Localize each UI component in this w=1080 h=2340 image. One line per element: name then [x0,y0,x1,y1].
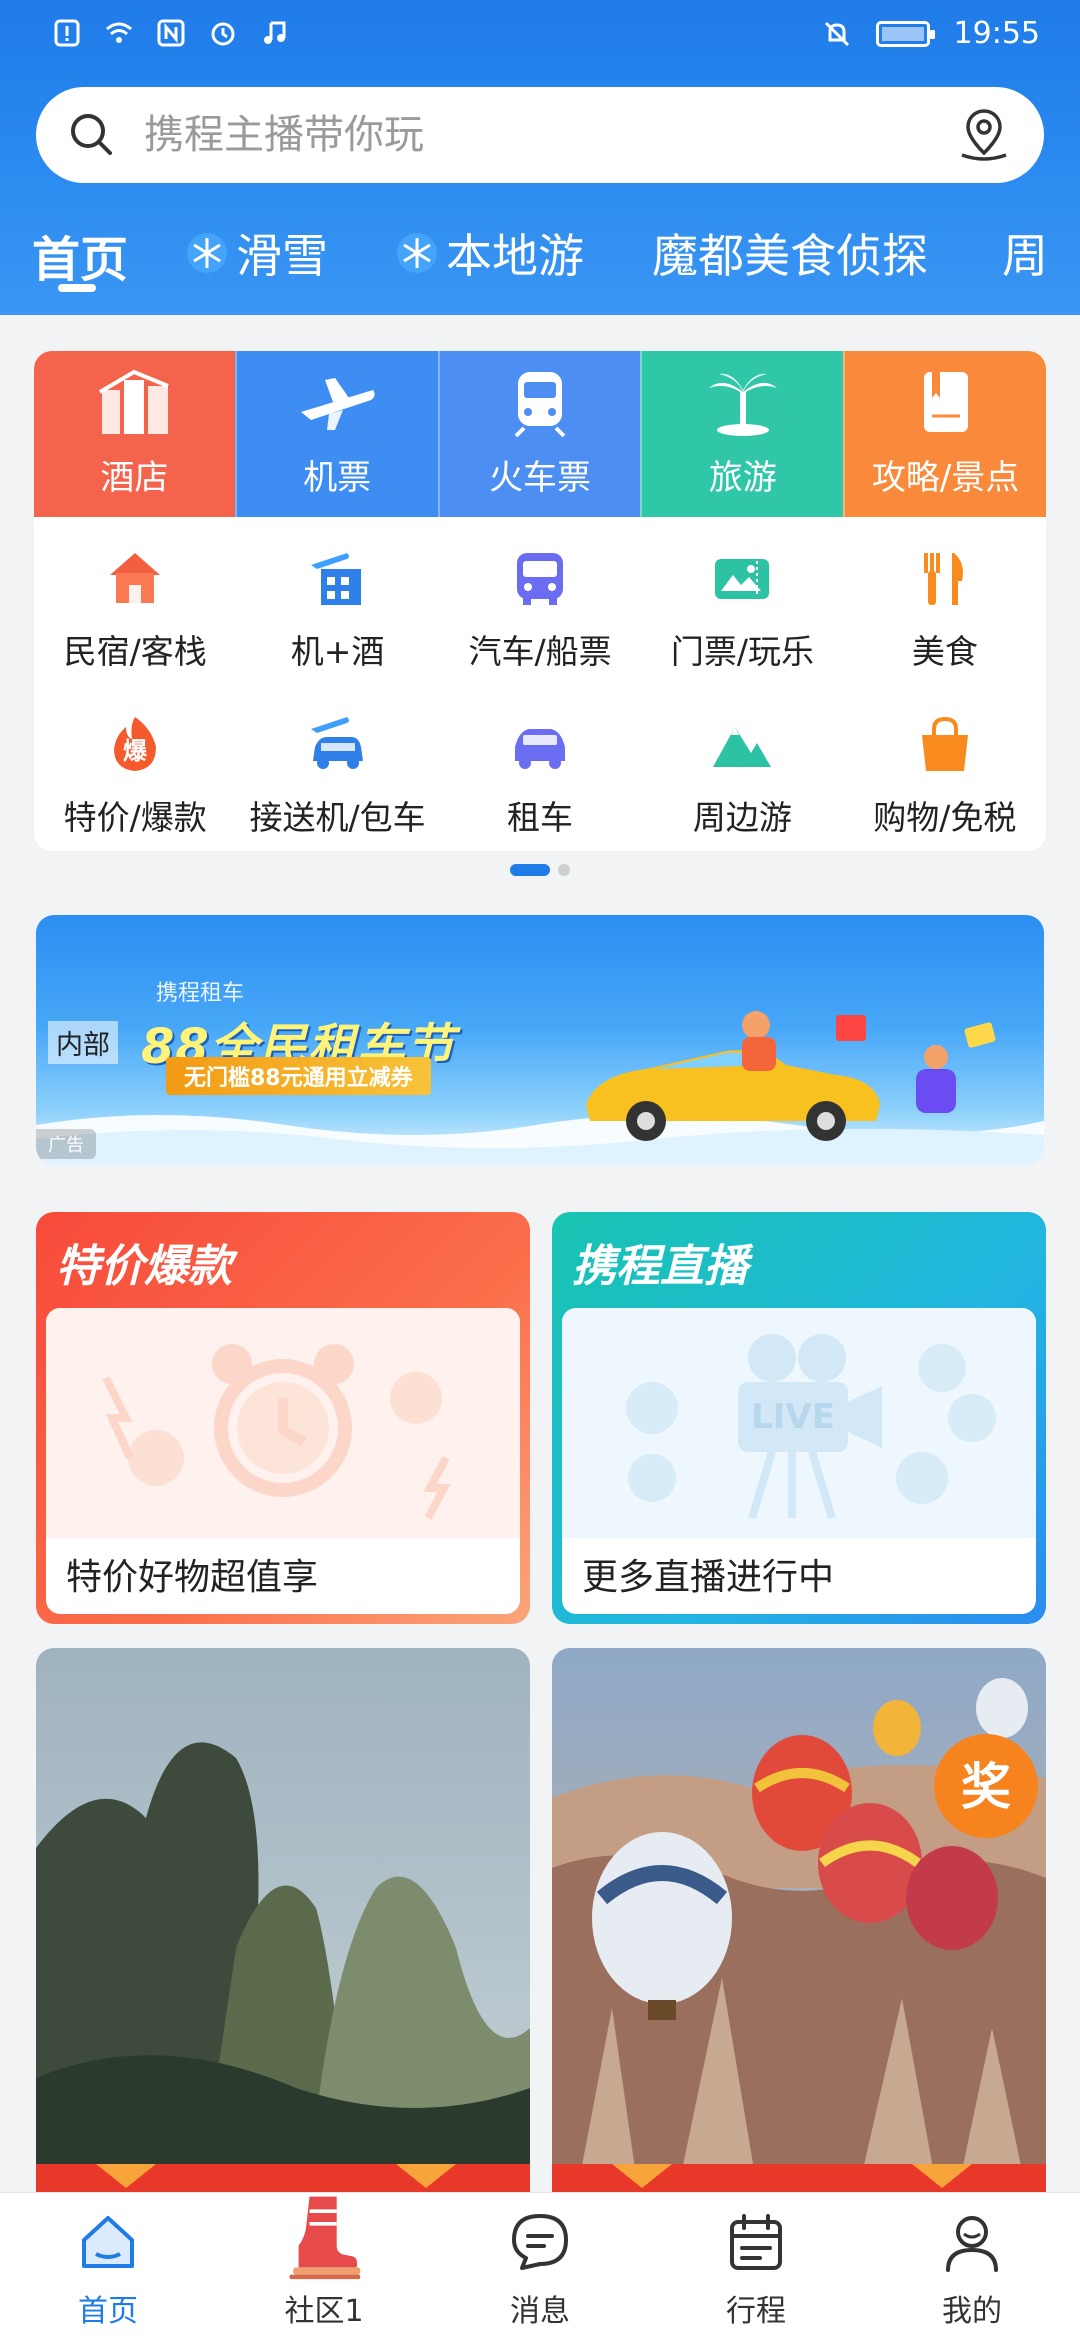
banner-tag: 内部 [48,1021,118,1064]
car-icon [515,729,566,769]
flight-hotel-icon [310,553,361,605]
status-bar: 19:55 [0,0,1080,78]
fork-knife-icon [923,553,963,605]
svg-text:爆: 爆 [123,737,148,765]
deals-card-title: 特价爆款 [56,1241,232,1292]
service-grid: 酒店 机票 火车票 旅游 攻略/景点 民宿/客栈 机+酒 汽车/船票 门票/玩乐… [34,351,1046,851]
service-flight[interactable]: 机票 [234,351,438,517]
hotel-icon [99,369,170,434]
nav-home[interactable]: 首页 [0,2193,216,2340]
mountain-icon [713,727,772,767]
wifi-icon [106,22,132,43]
snowflake-icon [187,233,227,273]
tab-nearby[interactable]: 周 [1002,220,1048,286]
fire-badge-icon: 爆 [114,717,157,771]
car-illustration [586,1011,996,1141]
alarm-clock-illustration [46,1308,520,1538]
shopping-bag-icon [921,716,968,771]
snowflake-icon [397,233,437,273]
music-icon [264,21,286,44]
live-card-title: 携程直播 [572,1241,748,1292]
award-badge: 奖 [961,1758,1011,1816]
photo-card-mountains[interactable] [36,1648,530,2218]
profile-icon [946,2216,998,2272]
search-bar[interactable] [36,87,1044,183]
live-card-text: 更多直播进行中 [582,1557,835,1598]
nav-messages[interactable]: 消息 [432,2193,648,2340]
live-card[interactable]: 携程直播 LIVE 更多直播进行中 [552,1212,1046,1624]
message-icon [512,2214,568,2270]
train-icon [514,372,566,438]
location-icon[interactable] [954,105,1014,165]
service-hotel[interactable]: 酒店 [34,351,235,517]
tab-active-indicator [58,284,96,292]
pager-dot [558,864,570,876]
pager-dots [0,864,1080,876]
nav-profile[interactable]: 我的 [864,2193,1080,2340]
mountain-photo [36,1648,530,2218]
service-flight-hotel[interactable]: 机+酒 [236,527,438,693]
nav-itinerary[interactable]: 行程 [648,2193,864,2340]
tab-home[interactable]: 首页 [32,220,128,290]
live-camera-illustration: LIVE [562,1308,1036,1538]
mute-bell-icon [824,21,849,46]
pager-dot-active [510,864,550,876]
tab-ski[interactable]: 滑雪 [184,220,328,286]
svg-text:LIVE: LIVE [751,1397,835,1437]
alarm-icon [211,22,235,46]
tab-shanghai-food[interactable]: 魔都美食侦探 [652,220,928,286]
balloons-photo: 奖 [552,1648,1046,2218]
nfc-icon [157,19,185,47]
service-bus-ship[interactable]: 汽车/船票 [439,527,641,693]
category-tabs: 首页 滑雪 本地游 魔都美食侦探 周 [0,210,1080,300]
ski-boot-icon [289,2196,361,2280]
banner-brand: 携程租车 [156,981,245,1006]
banner-promo: 无门槛88元通用立减券 [166,1057,431,1095]
alert-icon [54,19,80,47]
service-car-rental[interactable]: 租车 [439,693,641,851]
service-deals[interactable]: 爆 特价/爆款 [34,693,236,851]
service-nearby-tour[interactable]: 周边游 [641,693,843,851]
battery-icon [875,20,935,47]
airplane-icon [301,378,375,430]
ticket-icon [715,559,770,599]
calendar-icon [730,2214,782,2270]
photo-card-balloons[interactable]: 奖 [552,1648,1046,2218]
deals-card-text: 特价好物超值享 [66,1557,319,1598]
header: 19:55 首页 滑雪 本地游 魔都美食侦探 周 [0,0,1080,315]
home-icon [82,2216,134,2268]
status-time: 19:55 [953,16,1040,51]
guidebook-icon [923,372,968,432]
ad-banner[interactable]: 携程租车 88全民租车节 无门槛88元通用立减券 内部 广告 [36,915,1044,1165]
service-shopping[interactable]: 购物/免税 [844,693,1046,851]
service-tickets[interactable]: 门票/玩乐 [641,527,843,693]
nav-community[interactable]: 社区1 [216,2193,432,2340]
tab-local-tour[interactable]: 本地游 [394,220,584,286]
service-guide[interactable]: 攻略/景点 [843,351,1046,517]
palm-tree-icon [708,373,777,436]
bus-icon [517,553,564,605]
deals-card[interactable]: 特价爆款 特价好物超值享 [36,1212,530,1624]
bottom-nav: 首页 社区1 消息 行程 我的 [0,2192,1080,2340]
service-train[interactable]: 火车票 [437,351,641,517]
ad-label: 广告 [36,1129,96,1159]
service-homestay[interactable]: 民宿/客栈 [34,527,236,693]
search-icon [71,114,112,155]
search-input[interactable] [144,105,964,165]
service-travel[interactable]: 旅游 [640,351,844,517]
house-icon [110,553,161,603]
service-food[interactable]: 美食 [844,527,1046,693]
airport-transfer-icon [310,717,363,769]
service-airport-transfer[interactable]: 接送机/包车 [236,693,438,851]
